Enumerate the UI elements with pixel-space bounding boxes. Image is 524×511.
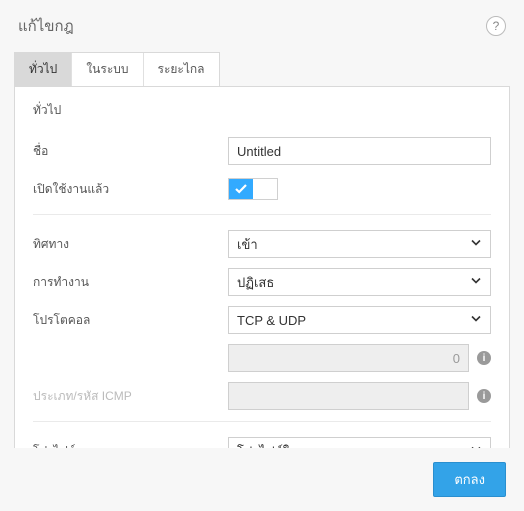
chevron-down-icon xyxy=(470,237,482,252)
profile-select[interactable]: โปรไฟล์ใด ๆ xyxy=(228,437,491,448)
panel-general: ทั่วไป ชื่อ เปิดใช้งานแล้ว ทิศทาง xyxy=(14,86,510,448)
enabled-toggle[interactable] xyxy=(228,178,278,200)
chevron-down-icon xyxy=(470,313,482,328)
icmp-input xyxy=(228,382,469,410)
rule-edit-dialog: แก้ไขกฎ ? ทั่วไป ในระบบ ระยะไกล ทั่วไป ช… xyxy=(0,0,524,511)
label-action: การทำงาน xyxy=(33,273,228,292)
title-bar: แก้ไขกฎ ? xyxy=(0,0,524,52)
label-icmp: ประเภท/รหัส ICMP xyxy=(33,387,228,406)
row-name: ชื่อ xyxy=(33,136,491,166)
info-icon[interactable]: i xyxy=(477,389,491,403)
protocol-value: TCP & UDP xyxy=(237,313,306,328)
info-icon[interactable]: i xyxy=(477,351,491,365)
row-protocol: โปรโตคอล TCP & UDP xyxy=(33,305,491,335)
row-enabled: เปิดใช้งานแล้ว xyxy=(33,174,491,204)
tab-general[interactable]: ทั่วไป xyxy=(15,53,72,86)
row-action: การทำงาน ปฏิเสธ xyxy=(33,267,491,297)
tab-remote[interactable]: ระยะไกล xyxy=(144,53,219,86)
row-direction: ทิศทาง เข้า xyxy=(33,229,491,259)
direction-value: เข้า xyxy=(237,234,258,255)
row-protocol-num: i xyxy=(33,343,491,373)
chevron-down-icon xyxy=(470,444,482,449)
separator xyxy=(33,214,491,215)
label-name: ชื่อ xyxy=(33,142,228,161)
check-icon xyxy=(235,184,247,194)
action-value: ปฏิเสธ xyxy=(237,272,274,293)
toggle-on xyxy=(229,179,253,199)
row-profile: โปรไฟล์ โปรไฟล์ใด ๆ xyxy=(33,436,491,448)
ok-button[interactable]: ตกลง xyxy=(433,462,506,497)
separator xyxy=(33,421,491,422)
action-select[interactable]: ปฏิเสธ xyxy=(228,268,491,296)
label-direction: ทิศทาง xyxy=(33,235,228,254)
dialog-footer: ตกลง xyxy=(0,448,524,511)
protocol-num-input xyxy=(228,344,469,372)
label-enabled: เปิดใช้งานแล้ว xyxy=(33,180,228,199)
protocol-select[interactable]: TCP & UDP xyxy=(228,306,491,334)
label-protocol: โปรโตคอล xyxy=(33,311,228,330)
profile-value: โปรไฟล์ใด ๆ xyxy=(237,441,308,449)
tabs: ทั่วไป ในระบบ ระยะไกล xyxy=(14,52,220,86)
toggle-off xyxy=(253,179,277,199)
help-icon[interactable]: ? xyxy=(486,16,506,36)
name-input[interactable] xyxy=(228,137,491,165)
chevron-down-icon xyxy=(470,275,482,290)
dialog-title: แก้ไขกฎ xyxy=(18,14,74,38)
row-icmp: ประเภท/รหัส ICMP i xyxy=(33,381,491,411)
direction-select[interactable]: เข้า xyxy=(228,230,491,258)
section-heading: ทั่วไป xyxy=(33,101,491,120)
tab-system[interactable]: ในระบบ xyxy=(72,53,143,86)
